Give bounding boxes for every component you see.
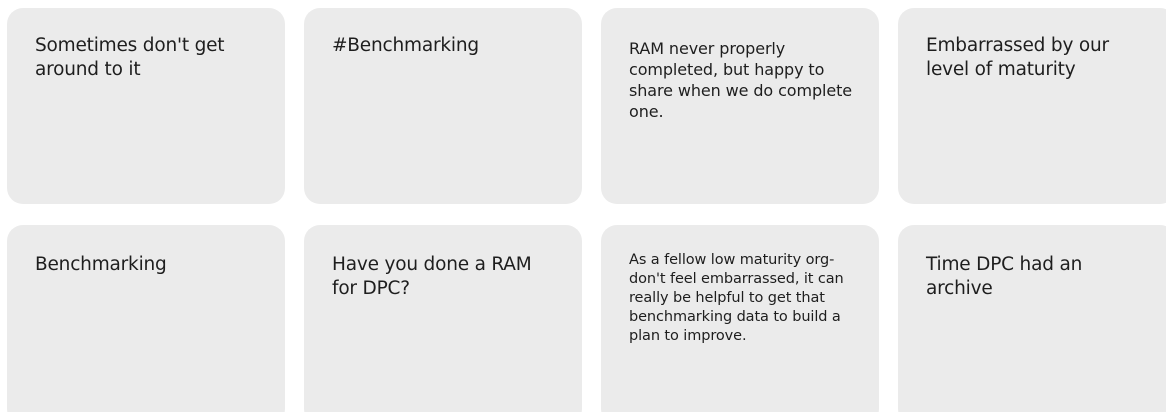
sticky-note-text: Have you done a RAM for DPC? bbox=[332, 254, 532, 299]
sticky-note-board: Sometimes don't get around to it #Benchm… bbox=[0, 0, 1166, 412]
sticky-note-text: Sometimes don't get around to it bbox=[35, 35, 225, 80]
sticky-note[interactable]: Time DPC had an archive bbox=[898, 225, 1166, 412]
sticky-note[interactable]: Benchmarking bbox=[7, 225, 285, 412]
sticky-note[interactable]: RAM never properly completed, but happy … bbox=[601, 8, 879, 204]
sticky-note-text: Time DPC had an archive bbox=[926, 254, 1083, 299]
sticky-note[interactable]: #Benchmarking bbox=[304, 8, 582, 204]
sticky-note[interactable]: Sometimes don't get around to it bbox=[7, 8, 285, 204]
sticky-note-text: As a fellow low maturity org- don't feel… bbox=[629, 252, 844, 344]
sticky-note-text: Benchmarking bbox=[35, 254, 167, 275]
sticky-note[interactable]: Have you done a RAM for DPC? bbox=[304, 225, 582, 412]
sticky-note-text: RAM never properly completed, but happy … bbox=[629, 39, 853, 121]
sticky-note[interactable]: Embarrassed by our level of maturity bbox=[898, 8, 1166, 204]
sticky-note[interactable]: As a fellow low maturity org- don't feel… bbox=[601, 225, 879, 412]
sticky-note-text: Embarrassed by our level of maturity bbox=[926, 35, 1109, 80]
sticky-note-text: #Benchmarking bbox=[332, 35, 479, 56]
